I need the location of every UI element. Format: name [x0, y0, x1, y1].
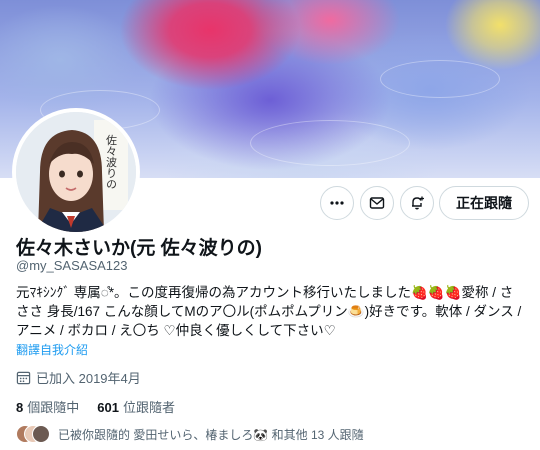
- followed-by-row[interactable]: 已被你跟隨的 愛田せいら、椿ましろ🐼 和其他 13 人跟隨: [16, 425, 364, 443]
- followers-label: 位跟隨者: [122, 400, 175, 415]
- svg-text:佐々波りの: 佐々波りの: [105, 133, 118, 189]
- notifications-button[interactable]: [400, 186, 434, 220]
- followed-by-text: 已被你跟隨的 愛田せいら、椿ましろ🐼 和其他 13 人跟隨: [58, 427, 364, 442]
- followers-count: 601: [97, 400, 119, 415]
- more-button[interactable]: [320, 186, 354, 220]
- display-name: 佐々木さいか(元 佐々波りの): [16, 238, 262, 259]
- joined-text: 已加入 2019年4月: [36, 371, 141, 386]
- following-link[interactable]: 8 個跟隨中: [16, 397, 79, 416]
- bio-text: 元ﾏｷｼﾝｸﾞ 専属◌̊*。この度再復帰の為アカウント移行いたしました: [16, 285, 412, 300]
- bio-text: ささ 身長/167 こんな顔してMのア〇ル(ポムポムプリン🍮)好きです。軟体 /…: [16, 304, 522, 338]
- followers-you-know-avatars: [16, 425, 50, 443]
- user-handle: @my_SASASA123: [16, 258, 128, 273]
- avatar: [32, 425, 50, 443]
- following-label: 個跟隨中: [27, 400, 80, 415]
- calendar-icon: [16, 371, 31, 385]
- profile-bio: 元ﾏｷｼﾝｸﾞ 専属◌̊*。この度再復帰の為アカウント移行いたしました🍓🍓🍓愛称…: [16, 283, 526, 340]
- follow-stats: 8 個跟隨中 601 位跟隨者: [16, 397, 193, 416]
- envelope-icon: [369, 197, 385, 209]
- following-button[interactable]: 正在跟隨: [439, 186, 529, 220]
- profile-avatar[interactable]: 佐々波りの: [12, 108, 140, 236]
- message-button[interactable]: [360, 186, 394, 220]
- avatar-portrait: 佐々波りの: [16, 112, 136, 232]
- joined-date: 已加入 2019年4月: [16, 368, 141, 387]
- followers-link[interactable]: 601 位跟隨者: [97, 397, 175, 416]
- strawberry-emoji: 🍓🍓🍓: [411, 285, 462, 300]
- banner-ripple: [250, 120, 410, 166]
- bell-plus-icon: [412, 196, 424, 210]
- banner-ripple: [380, 60, 500, 98]
- more-horizontal-icon: [330, 201, 344, 205]
- bio-text: 愛称 / さ: [461, 285, 514, 300]
- translate-bio-link[interactable]: 翻譯自我介紹: [16, 341, 88, 358]
- following-count: 8: [16, 400, 24, 415]
